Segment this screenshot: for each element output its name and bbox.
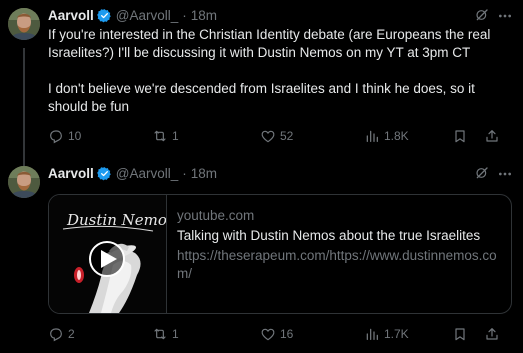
tweet-paragraph: If you're interested in the Christian Id…: [48, 27, 491, 60]
views-icon: [364, 326, 380, 342]
bookmark-icon: [452, 128, 468, 144]
share-button[interactable]: [484, 324, 500, 344]
views-button[interactable]: 1.7K: [364, 324, 409, 344]
reply-button[interactable]: 2: [48, 324, 75, 344]
like-icon: [260, 128, 276, 144]
author-handle[interactable]: @Aarvoll_: [116, 8, 178, 23]
separator-dot: ·: [182, 7, 187, 23]
card-url[interactable]: https://theserapeum.com/https://www.dust…: [177, 247, 502, 283]
reply-icon: [48, 128, 64, 144]
author-name[interactable]: Aarvoll: [48, 166, 94, 181]
card-domain: youtube.com: [177, 208, 255, 223]
grok-icon[interactable]: [474, 165, 490, 186]
repost-count: 1: [172, 327, 179, 341]
share-button[interactable]: [484, 126, 500, 146]
repost-icon: [152, 128, 168, 144]
avatar[interactable]: [8, 8, 40, 40]
more-icon[interactable]: [497, 166, 513, 187]
like-button[interactable]: 16: [260, 324, 293, 344]
share-icon: [484, 326, 500, 342]
views-count: 1.7K: [384, 327, 409, 341]
repost-icon: [152, 326, 168, 342]
tweet-timestamp[interactable]: 18m: [191, 8, 217, 23]
reply-count: 10: [68, 129, 82, 143]
views-count: 1.8K: [384, 129, 409, 143]
like-count: 16: [280, 327, 294, 341]
reply-icon: [48, 326, 64, 342]
like-icon: [260, 326, 276, 342]
avatar[interactable]: [8, 166, 40, 198]
tweet-text: If you're interested in the Christian Id…: [48, 26, 510, 116]
separator-dot: ·: [182, 165, 187, 181]
grok-icon[interactable]: [474, 7, 490, 28]
thumbnail-lettering: Dustin Nemos: [66, 211, 166, 229]
author-name[interactable]: Aarvoll: [48, 8, 94, 23]
card-thumbnail[interactable]: Dustin Nemos: [49, 195, 175, 313]
repost-button[interactable]: 1: [152, 324, 179, 344]
bookmark-button[interactable]: [452, 126, 468, 146]
link-preview-card[interactable]: Dustin Nemos youtube.com Talking with Du…: [48, 194, 512, 314]
views-button[interactable]: 1.8K: [364, 126, 409, 146]
bookmark-button[interactable]: [452, 324, 468, 344]
tweet-1[interactable]: Aarvoll @Aarvoll_ · 18m If you're intere…: [0, 0, 523, 166]
like-button[interactable]: 52: [260, 126, 293, 146]
author-handle[interactable]: @Aarvoll_: [116, 166, 178, 181]
card-title[interactable]: Talking with Dustin Nemos about the true…: [177, 227, 502, 245]
tweet-timestamp[interactable]: 18m: [191, 166, 217, 181]
repost-count: 1: [172, 129, 179, 143]
reply-count: 2: [68, 327, 75, 341]
verified-badge-icon[interactable]: [97, 8, 112, 23]
verified-badge-icon[interactable]: [97, 166, 112, 181]
views-icon: [364, 128, 380, 144]
like-count: 52: [280, 129, 294, 143]
tweet-header: Aarvoll @Aarvoll_ · 18m: [48, 164, 217, 182]
bookmark-icon: [452, 326, 468, 342]
reply-button[interactable]: 10: [48, 126, 81, 146]
repost-button[interactable]: 1: [152, 126, 179, 146]
tweet-header: Aarvoll @Aarvoll_ · 18m: [48, 6, 217, 24]
action-bar: 10 1 52 1.8K: [48, 126, 518, 146]
tweet-2[interactable]: Aarvoll @Aarvoll_ · 18m Dustin Nemos you…: [0, 158, 523, 353]
thread-connector-line: [23, 48, 25, 166]
card-text: youtube.com Talking with Dustin Nemos ab…: [177, 207, 502, 283]
share-icon: [484, 128, 500, 144]
tweet-paragraph: I don't believe we're descended from Isr…: [48, 81, 475, 114]
action-bar: 2 1 16 1.7K: [48, 324, 518, 344]
